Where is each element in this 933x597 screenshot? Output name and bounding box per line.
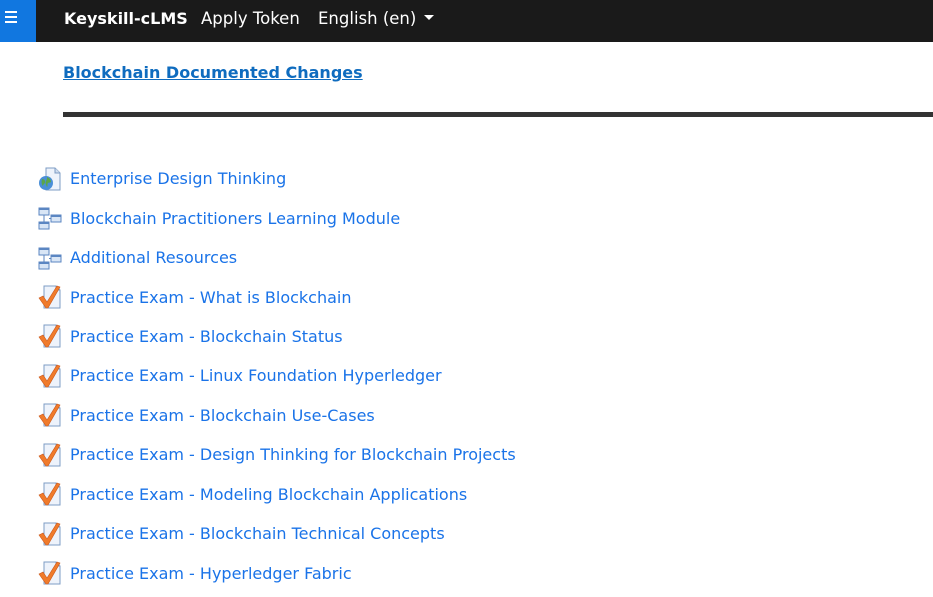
url-globe-icon	[38, 167, 62, 191]
language-menu[interactable]: English (en)	[318, 0, 435, 38]
section-divider	[63, 112, 933, 117]
caret-down-icon	[424, 15, 435, 20]
hamburger-icon-bar	[5, 16, 17, 18]
language-label: English (en)	[318, 9, 417, 28]
activity-link[interactable]: Practice Exam - Blockchain Status	[70, 327, 343, 346]
quiz-checkmark-icon	[38, 561, 62, 585]
quiz-checkmark-icon	[38, 482, 62, 506]
activity-item: Practice Exam - Blockchain Status	[38, 317, 516, 356]
quiz-checkmark-icon	[38, 324, 62, 348]
activity-item: Practice Exam - Linux Foundation Hyperle…	[38, 356, 516, 395]
activity-item: Practice Exam - What is Blockchain	[38, 277, 516, 316]
activity-link[interactable]: Practice Exam - Design Thinking for Bloc…	[70, 445, 516, 464]
activity-item: Practice Exam - Design Thinking for Bloc…	[38, 435, 516, 474]
activity-link[interactable]: Blockchain Practitioners Learning Module	[70, 209, 400, 228]
menu-toggle-button[interactable]	[0, 0, 36, 42]
activity-link[interactable]: Practice Exam - What is Blockchain	[70, 288, 352, 307]
activity-item: Practice Exam - Blockchain Use-Cases	[38, 396, 516, 435]
activity-list: Enterprise Design Thinking Blockchain Pra…	[38, 159, 516, 593]
activity-link[interactable]: Practice Exam - Blockchain Use-Cases	[70, 406, 375, 425]
activity-item: Blockchain Practitioners Learning Module	[38, 198, 516, 237]
quiz-checkmark-icon	[38, 443, 62, 467]
activity-link[interactable]: Enterprise Design Thinking	[70, 169, 286, 188]
top-navbar: Keyskill-cLMS Apply Token English (en)	[0, 0, 933, 42]
activity-item: Enterprise Design Thinking	[38, 159, 516, 198]
activity-item: Practice Exam - Hyperledger Fabric	[38, 553, 516, 592]
activity-item: Additional Resources	[38, 238, 516, 277]
quiz-checkmark-icon	[38, 364, 62, 388]
hamburger-icon-bar	[5, 21, 17, 23]
scorm-package-icon	[38, 206, 62, 230]
activity-link[interactable]: Practice Exam - Modeling Blockchain Appl…	[70, 485, 467, 504]
activity-link[interactable]: Practice Exam - Hyperledger Fabric	[70, 564, 352, 583]
apply-token-link[interactable]: Apply Token	[201, 0, 300, 38]
activity-item: Practice Exam - Blockchain Technical Con…	[38, 514, 516, 553]
section-title-link[interactable]: Blockchain Documented Changes	[63, 63, 363, 82]
activity-link[interactable]: Practice Exam - Blockchain Technical Con…	[70, 524, 445, 543]
activity-link[interactable]: Additional Resources	[70, 248, 237, 267]
site-brand[interactable]: Keyskill-cLMS	[64, 0, 188, 38]
activity-item: Practice Exam - Modeling Blockchain Appl…	[38, 475, 516, 514]
quiz-checkmark-icon	[38, 403, 62, 427]
quiz-checkmark-icon	[38, 285, 62, 309]
activity-link[interactable]: Practice Exam - Linux Foundation Hyperle…	[70, 366, 442, 385]
quiz-checkmark-icon	[38, 522, 62, 546]
hamburger-icon	[5, 11, 17, 13]
scorm-package-icon	[38, 246, 62, 270]
